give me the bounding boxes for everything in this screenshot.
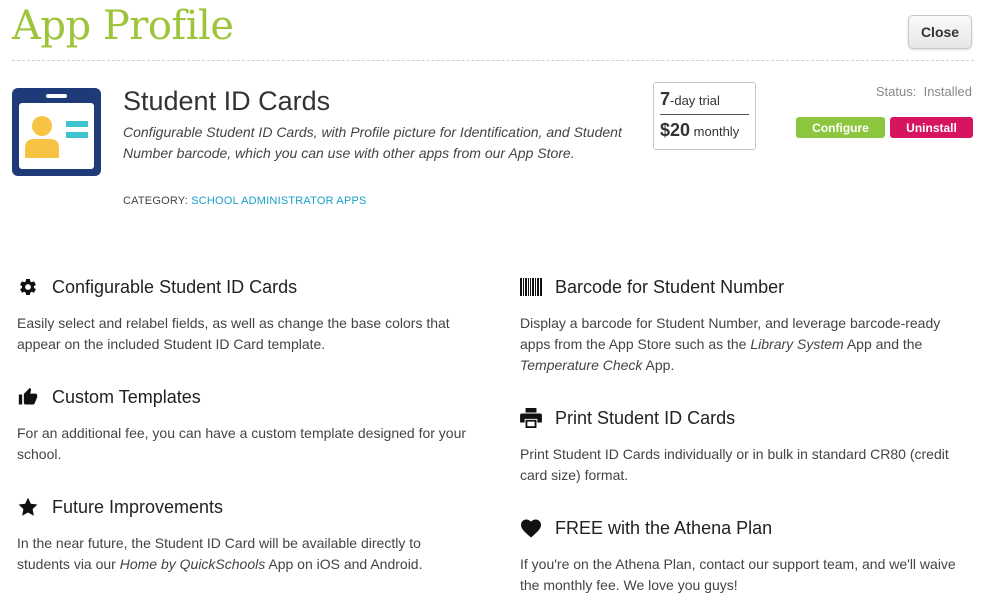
thumbs-up-icon [17, 386, 39, 408]
feature-title: Custom Templates [52, 386, 201, 407]
feature-body: If you're on the Athena Plan, contact ou… [520, 556, 956, 593]
app-name-emphasis: Library System [750, 336, 844, 352]
close-button[interactable]: Close [908, 15, 972, 49]
printer-icon [520, 407, 542, 429]
feature-barcode: Barcode for Student Number Display a bar… [520, 275, 970, 376]
body-text: App. [642, 357, 675, 373]
feature-title: Barcode for Student Number [555, 276, 785, 297]
trial-text: -day trial [670, 93, 720, 108]
barcode-icon [520, 276, 542, 298]
feature-title: Configurable Student ID Cards [52, 276, 298, 297]
install-status: Status: Installed [876, 84, 972, 99]
heart-icon [520, 517, 542, 539]
app-name-emphasis: Home by QuickSchools [119, 556, 266, 572]
app-name: Student ID Cards [123, 86, 331, 116]
header-divider [12, 60, 974, 61]
trial-days: 7 [660, 89, 671, 109]
page-title: App Profile [12, 3, 234, 49]
gear-icon [17, 276, 39, 298]
trial-info: 7-day trial [660, 89, 749, 115]
body-text: App on iOS and Android. [265, 556, 423, 572]
feature-body: In the near future, the Student ID Card … [17, 533, 467, 575]
feature-body: Display a barcode for Student Number, an… [520, 313, 970, 376]
feature-body: Easily select and relabel fields, as wel… [17, 315, 450, 352]
id-card-icon [12, 88, 101, 176]
category-link[interactable]: SCHOOL ADMINISTRATOR APPS [191, 195, 366, 207]
pricing-box: 7-day trial $20 monthly [653, 82, 756, 150]
feature-future-improvements: Future Improvements In the near future, … [17, 495, 467, 575]
price-period: monthly [693, 124, 740, 139]
price-info: $20 monthly [660, 115, 749, 141]
body-text: App and the [843, 336, 923, 352]
app-name-emphasis: Temperature Check [520, 357, 643, 373]
status-label: Status: [875, 84, 917, 99]
feature-configurable: Configurable Student ID Cards Easily sel… [17, 275, 467, 355]
feature-title: Future Improvements [52, 496, 224, 517]
price-amount: $20 [660, 120, 691, 140]
app-description: Configurable Student ID Cards, with Prof… [123, 124, 622, 161]
configure-button[interactable]: Configure [796, 117, 885, 138]
feature-print: Print Student ID Cards Print Student ID … [520, 406, 970, 486]
feature-custom-templates: Custom Templates For an additional fee, … [17, 385, 467, 465]
uninstall-button[interactable]: Uninstall [890, 117, 973, 138]
feature-title: FREE with the Athena Plan [555, 517, 773, 538]
category-label: CATEGORY: [123, 195, 188, 207]
star-icon [17, 496, 39, 518]
feature-title: Print Student ID Cards [555, 407, 736, 428]
feature-body: For an additional fee, you can have a cu… [17, 425, 467, 462]
feature-body: Print Student ID Cards individually or i… [520, 446, 949, 483]
app-category: CATEGORY: SCHOOL ADMINISTRATOR APPS [123, 195, 367, 207]
status-value: Installed [923, 84, 972, 99]
feature-athena-plan: FREE with the Athena Plan If you're on t… [520, 516, 970, 596]
